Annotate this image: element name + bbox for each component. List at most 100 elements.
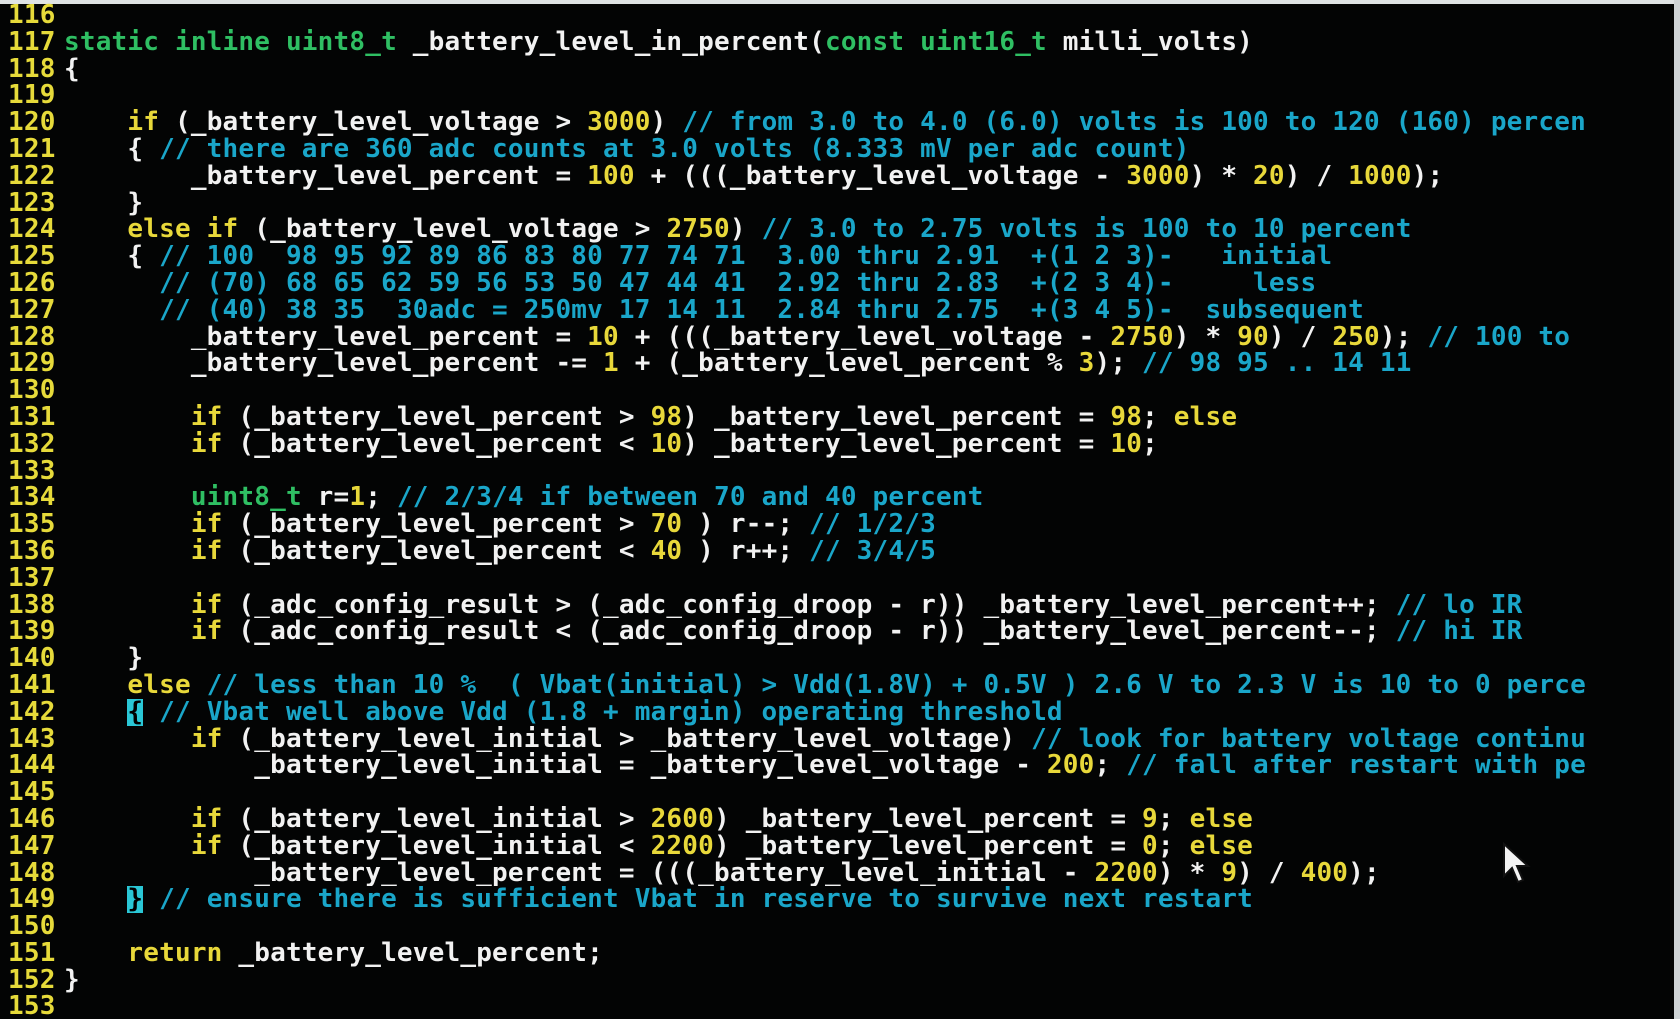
line-number: 140	[8, 645, 56, 672]
code-token: 1000	[1348, 162, 1412, 190]
code-line[interactable]: 147 if (_battery_level_initial < 2200) _…	[8, 833, 1672, 860]
code-line[interactable]: 131 if (_battery_level_percent > 98) _ba…	[8, 404, 1672, 431]
line-number: 142	[8, 698, 56, 726]
code-line[interactable]: 126 // (70) 68 65 62 59 56 53 50 47 44 4…	[8, 270, 1672, 297]
code-line[interactable]: 125 { // 100 98 95 92 89 86 83 80 77 74 …	[8, 243, 1672, 270]
code-line[interactable]: 141 else // less than 10 % ( Vbat(initia…	[8, 672, 1672, 699]
code-token: 400	[1300, 859, 1349, 887]
code-line[interactable]: 150	[8, 913, 1672, 940]
text-cursor: {	[127, 698, 144, 726]
code-line[interactable]: 116	[8, 2, 1672, 29]
code-line[interactable]: 132 if (_battery_level_percent < 10) _ba…	[8, 431, 1672, 458]
code-line[interactable]: 129 _battery_level_percent -= 1 + (_batt…	[8, 350, 1672, 377]
code-editor[interactable]: 116 117 static inline uint8_t _battery_lev…	[8, 2, 1672, 1019]
line-number: 127	[8, 296, 56, 324]
code-token: 1	[349, 484, 366, 512]
code-line[interactable]: 152}	[8, 967, 1672, 994]
code-token: ;	[365, 484, 397, 512]
code-line[interactable]: 145	[8, 779, 1672, 806]
code-token: else if	[64, 216, 255, 244]
code-line[interactable]: 121 { // there are 360 adc counts at 3.0…	[8, 136, 1672, 163]
code-token: ;	[1142, 403, 1174, 431]
line-number: 141	[8, 671, 56, 699]
code-line[interactable]: 139 if (_adc_config_result < (_adc_confi…	[8, 618, 1672, 645]
code-token: // hi IR	[1395, 618, 1523, 646]
line-number: 124	[8, 216, 56, 244]
code-token: // there are 360 adc counts at 3.0 volts…	[159, 135, 1190, 163]
code-token: uint8_t	[64, 484, 318, 512]
code-token: (_battery_level_percent <	[238, 430, 651, 458]
code-token: const uint16_t	[824, 28, 1063, 56]
code-token: 9	[1142, 805, 1158, 833]
code-token: );	[1094, 350, 1143, 378]
line-number: 149	[8, 886, 56, 914]
code-token: )	[650, 109, 683, 136]
line-number: 146	[8, 805, 56, 833]
line-number: 123	[8, 189, 56, 217]
code-token: // look for battery voltage continu	[1031, 725, 1586, 753]
line-number: 145	[8, 779, 56, 806]
line-number: 128	[8, 323, 56, 351]
code-token: if	[64, 591, 239, 619]
line-number: 135	[8, 511, 56, 538]
line-number: 129	[8, 350, 56, 378]
code-token: (_adc_config_result < (_adc_config_droop…	[238, 618, 1396, 646]
code-line[interactable]: 142 { // Vbat well above Vdd (1.8 + marg…	[8, 698, 1672, 726]
code-line[interactable]: 151 return _battery_level_percent;	[8, 940, 1672, 967]
code-token: ) _battery_level_percent =	[682, 403, 1111, 431]
code-line[interactable]: 148 _battery_level_percent = (((_battery…	[8, 860, 1672, 887]
code-token: 9	[1221, 859, 1238, 887]
code-token: 10	[587, 323, 619, 351]
code-line[interactable]: 120 if (_battery_level_voltage > 3000) /…	[8, 109, 1672, 136]
code-line[interactable]: 144 _battery_level_initial = _battery_le…	[8, 752, 1672, 779]
code-line[interactable]: 117 static inline uint8_t _battery_level_…	[8, 29, 1672, 56]
code-token: (_battery_level_initial > _battery_level…	[238, 725, 1032, 753]
code-token: {	[64, 135, 160, 163]
code-line[interactable]: 140 }	[8, 645, 1672, 672]
code-token: _battery_level_percent =	[64, 162, 588, 190]
code-line[interactable]: 149 } // ensure there is sufficient Vbat…	[8, 886, 1672, 914]
code-line[interactable]: 119	[8, 82, 1672, 109]
code-token: }	[64, 189, 144, 217]
code-token: _battery_level_percent;	[238, 939, 604, 967]
code-line[interactable]: 146 if (_battery_level_initial > 2600) _…	[8, 806, 1672, 833]
code-token: else	[1189, 832, 1254, 860]
line-number: 118	[8, 55, 56, 83]
code-line[interactable]: 136 if (_battery_level_percent < 40 ) r+…	[8, 538, 1672, 565]
code-line[interactable]: 133	[8, 458, 1672, 485]
code-line[interactable]: 122 _battery_level_percent = 100 + (((_b…	[8, 163, 1672, 190]
line-number: 132	[8, 430, 56, 458]
code-token: if	[64, 511, 239, 538]
code-line[interactable]: 130	[8, 377, 1672, 404]
code-token: if	[64, 109, 175, 136]
code-line[interactable]: 118 {	[8, 56, 1672, 83]
code-line[interactable]: 134 uint8_t r=1; // 2/3/4 if between 70 …	[8, 484, 1672, 511]
code-token: (_battery_level_voltage >	[254, 216, 667, 244]
code-token: // (40) 38 35 30adc = 250mv 17 14 11 2.8…	[64, 296, 1364, 324]
code-token: ) _battery_level_percent =	[714, 832, 1143, 860]
code-line[interactable]: 135 if (_battery_level_percent > 70 ) r-…	[8, 511, 1672, 538]
code-line[interactable]: 153	[8, 993, 1672, 1019]
line-number: 125	[8, 243, 56, 270]
code-line[interactable]: 138 if (_adc_config_result > (_adc_confi…	[8, 592, 1672, 619]
code-token: 3	[1078, 350, 1095, 378]
code-token: 3000	[587, 109, 651, 136]
code-token: 2750	[666, 216, 730, 244]
code-token: return	[64, 939, 239, 967]
code-token: if	[64, 805, 239, 833]
code-token: 0	[1142, 832, 1158, 860]
code-token: _battery_level_percent = (((_battery_lev…	[64, 859, 1095, 887]
code-line[interactable]: 127 // (40) 38 35 30adc = 250mv 17 14 11…	[8, 297, 1672, 324]
code-token: ) /	[1237, 859, 1301, 887]
code-token: ;	[1142, 430, 1158, 458]
code-token: (_battery_level_voltage >	[174, 109, 588, 136]
code-line[interactable]: 124 else if (_battery_level_voltage > 27…	[8, 216, 1672, 243]
code-line[interactable]: 128 _battery_level_percent = 10 + (((_ba…	[8, 324, 1672, 351]
code-token: 3000	[1126, 162, 1190, 190]
code-line[interactable]: 137	[8, 565, 1672, 592]
code-token: if	[64, 537, 239, 565]
code-line[interactable]: 143 if (_battery_level_initial > _batter…	[8, 726, 1672, 753]
code-token: if	[64, 725, 239, 753]
line-number: 147	[8, 832, 56, 860]
code-line[interactable]: 123 }	[8, 190, 1672, 217]
